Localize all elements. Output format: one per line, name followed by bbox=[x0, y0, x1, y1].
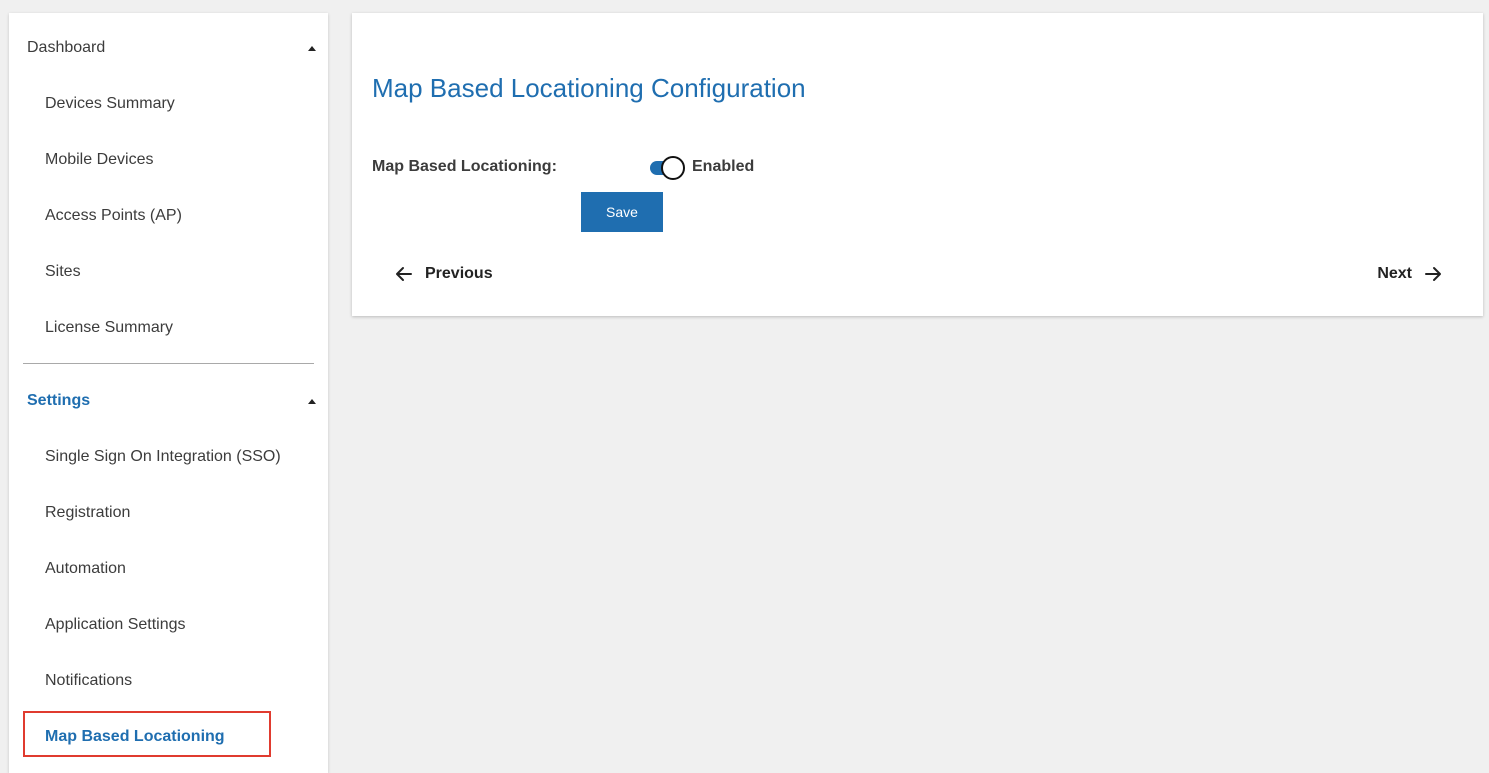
previous-button[interactable]: Previous bbox=[395, 262, 493, 286]
sidebar-item-map-based-locationing[interactable]: Map Based Locationing bbox=[45, 725, 225, 749]
nav-section-dashboard-label: Dashboard bbox=[27, 39, 106, 56]
save-button[interactable]: Save bbox=[581, 192, 663, 232]
sidebar-item-automation[interactable]: Automation bbox=[45, 557, 126, 581]
toggle-knob bbox=[661, 156, 685, 180]
caret-up-icon bbox=[308, 398, 316, 404]
toggle-state-label: Enabled bbox=[692, 158, 755, 175]
arrow-right-icon bbox=[1425, 267, 1441, 281]
map-locationing-toggle[interactable] bbox=[649, 156, 687, 180]
caret-up-icon bbox=[308, 45, 316, 51]
sidebar-item-sso[interactable]: Single Sign On Integration (SSO) bbox=[45, 445, 281, 469]
sidebar-item-registration[interactable]: Registration bbox=[45, 501, 130, 525]
sidebar-item-devices-summary[interactable]: Devices Summary bbox=[45, 92, 175, 116]
arrow-left-icon bbox=[396, 267, 412, 281]
nav-section-settings[interactable]: Settings bbox=[27, 389, 316, 413]
map-locationing-label: Map Based Locationing: bbox=[372, 158, 557, 175]
sidebar-divider bbox=[23, 363, 314, 364]
sidebar-item-license-summary[interactable]: License Summary bbox=[45, 316, 173, 340]
nav-section-dashboard[interactable]: Dashboard bbox=[27, 36, 316, 60]
config-panel: Map Based Locationing Configuration Map … bbox=[352, 13, 1483, 316]
previous-label: Previous bbox=[425, 265, 493, 282]
sidebar: Dashboard Devices Summary Mobile Devices… bbox=[9, 13, 328, 773]
sidebar-item-notifications[interactable]: Notifications bbox=[45, 669, 132, 693]
next-button[interactable]: Next bbox=[1377, 262, 1442, 286]
nav-section-settings-label: Settings bbox=[27, 392, 91, 409]
sidebar-item-mobile-devices[interactable]: Mobile Devices bbox=[45, 148, 153, 172]
sidebar-item-application-settings[interactable]: Application Settings bbox=[45, 613, 186, 637]
sidebar-item-sites[interactable]: Sites bbox=[45, 260, 81, 284]
sidebar-item-access-points[interactable]: Access Points (AP) bbox=[45, 204, 182, 228]
next-label: Next bbox=[1377, 265, 1412, 282]
page-title: Map Based Locationing Configuration bbox=[372, 73, 806, 103]
